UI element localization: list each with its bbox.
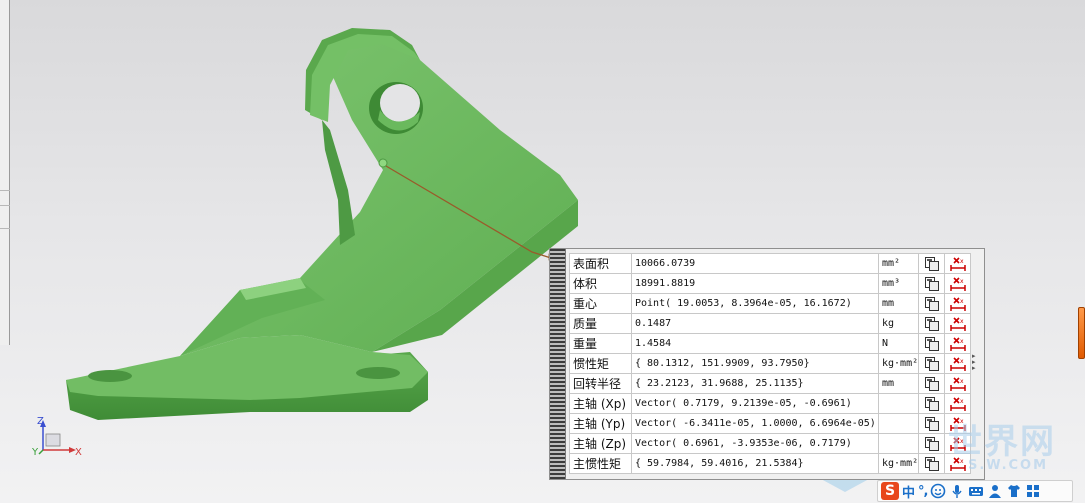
measure-delete-icon[interactable]: x <box>944 253 971 274</box>
svg-text:x: x <box>960 358 964 365</box>
ime-grid-icon[interactable] <box>1025 483 1041 499</box>
bracket-part-model[interactable] <box>66 28 578 420</box>
copy-icon[interactable] <box>918 253 945 274</box>
triad-z-label: Z <box>37 416 44 427</box>
property-label: 主轴 (Xp) <box>569 393 632 414</box>
ime-user-icon[interactable] <box>987 483 1003 499</box>
measure-delete-icon[interactable]: x <box>944 313 971 334</box>
copy-icon[interactable] <box>918 333 945 354</box>
property-unit: mm <box>878 293 919 314</box>
property-row: 表面积 10066.0739 mm² x <box>569 253 971 274</box>
property-row: 主轴 (Yp) Vector( -6.3411e-05, 1.0000, 6.69… <box>569 413 971 434</box>
property-row: 主惯性矩{ 59.7984, 59.4016, 21.5384} kg·mm² x <box>569 453 971 474</box>
right-edge-marker <box>1078 307 1085 359</box>
property-unit: mm² <box>878 253 919 274</box>
property-label: 表面积 <box>569 253 632 274</box>
property-label: 主惯性矩 <box>569 453 632 474</box>
svg-text:x: x <box>960 318 964 325</box>
ime-smiley-icon[interactable] <box>930 483 946 499</box>
ime-language-toggle[interactable]: 中 <box>902 482 915 501</box>
watermark-subtext: S.W.COM <box>968 458 1049 473</box>
property-label: 体积 <box>569 273 632 294</box>
property-value: { 23.2123, 31.9688, 25.1135} <box>631 373 879 394</box>
property-unit <box>878 433 919 454</box>
triad-y-label: Y <box>31 447 39 458</box>
property-unit: mm³ <box>878 273 919 294</box>
property-label: 质量 <box>569 313 632 334</box>
mass-properties-table: 表面积 10066.0739 mm² x 体积 18991.8819 mm³ x 重心 Point… <box>569 253 971 474</box>
property-value: 0.1487 <box>631 313 879 334</box>
property-unit <box>878 393 919 414</box>
base-hole-right <box>356 367 400 379</box>
property-row: 回转半径{ 23.2123, 31.9688, 25.1135} mm x <box>569 373 971 394</box>
property-label: 回转半径 <box>569 373 632 394</box>
mass-properties-panel[interactable]: 表面积 10066.0739 mm² x 体积 18991.8819 mm³ x 重心 Point… <box>549 248 985 480</box>
property-row: 体积 18991.8819 mm³ x <box>569 273 971 294</box>
copy-icon[interactable] <box>918 433 945 454</box>
ime-keyboard-icon[interactable] <box>968 483 984 499</box>
panel-drag-handle[interactable] <box>550 249 566 479</box>
panel-expand-arrows[interactable]: ▸ ▸ ▸ <box>972 353 982 372</box>
graphics-viewport[interactable]: Z Y X 表面积 10066.0739 mm² x 体积 18991.8819 mm³ x 重… <box>0 0 1085 503</box>
property-unit <box>878 413 919 434</box>
property-row: 重量 1.4584 Nx <box>569 333 971 354</box>
property-unit: kg <box>878 313 919 334</box>
center-of-mass-marker[interactable] <box>378 158 388 168</box>
property-value: 10066.0739 <box>631 253 879 274</box>
triad-x-label: X <box>75 447 82 458</box>
ime-toolbar[interactable]: S 中 °, <box>877 480 1073 502</box>
property-row: 主轴 (Xp) Vector( 0.7179, 9.2139e-05, -0.69… <box>569 393 971 414</box>
svg-text:x: x <box>960 378 964 385</box>
copy-icon[interactable] <box>918 313 945 334</box>
property-value: Vector( 0.7179, 9.2139e-05, -0.6961) <box>631 393 879 414</box>
measure-delete-icon[interactable]: x <box>944 373 971 394</box>
svg-text:x: x <box>960 338 964 345</box>
ime-logo-icon[interactable]: S <box>881 482 899 500</box>
svg-text:x: x <box>960 398 964 405</box>
property-label: 主轴 (Yp) <box>569 413 632 434</box>
property-label: 惯性矩 <box>569 353 632 374</box>
copy-icon[interactable] <box>918 413 945 434</box>
measure-delete-icon[interactable]: x <box>944 393 971 414</box>
property-row: 质量 0.1487 kg x <box>569 313 971 334</box>
copy-icon[interactable] <box>918 293 945 314</box>
copy-icon[interactable] <box>918 273 945 294</box>
measure-delete-icon[interactable]: x <box>944 273 971 294</box>
property-unit: N <box>878 333 919 354</box>
measure-delete-icon[interactable]: x <box>944 333 971 354</box>
property-row: 惯性矩{ 80.1312, 151.9909, 93.7950} kg·mm² x <box>569 353 971 374</box>
base-hole-left <box>88 370 132 382</box>
ime-punctuation-toggle[interactable]: °, <box>918 484 929 499</box>
property-value: Point( 19.0053, 8.3964e-05, 16.1672) <box>631 293 879 314</box>
ime-shirt-icon[interactable] <box>1006 483 1022 499</box>
copy-icon[interactable] <box>918 453 945 474</box>
copy-icon[interactable] <box>918 393 945 414</box>
svg-text:x: x <box>960 278 964 285</box>
property-row: 主轴 (Zp) Vector( 0.6961, -3.9353e-06, 0.71… <box>569 433 971 454</box>
property-label: 重心 <box>569 293 632 314</box>
lug-hole-inner <box>380 84 420 122</box>
svg-text:x: x <box>960 258 964 265</box>
property-label: 主轴 (Zp) <box>569 433 632 454</box>
property-value: Vector( -6.3411e-05, 1.0000, 6.6964e-05) <box>631 413 879 434</box>
measure-delete-icon[interactable]: x <box>944 353 971 374</box>
copy-icon[interactable] <box>918 373 945 394</box>
property-value: 1.4584 <box>631 333 879 354</box>
property-unit: kg·mm² <box>878 453 919 474</box>
watermark-text: 世界网 <box>948 422 1056 462</box>
lug-slot <box>322 120 355 245</box>
property-unit: kg·mm² <box>878 353 919 374</box>
property-value: Vector( 0.6961, -3.9353e-06, 0.7179) <box>631 433 879 454</box>
property-value: { 59.7984, 59.4016, 21.5384} <box>631 453 879 474</box>
property-value: { 80.1312, 151.9909, 93.7950} <box>631 353 879 374</box>
property-label: 重量 <box>569 333 632 354</box>
property-row: 重心 Point( 19.0053, 8.3964e-05, 16.1672) mm… <box>569 293 971 314</box>
property-unit: mm <box>878 373 919 394</box>
ime-mic-icon[interactable] <box>949 483 965 499</box>
property-value: 18991.8819 <box>631 273 879 294</box>
svg-text:x: x <box>960 298 964 305</box>
wcs-triad: Z Y X <box>31 416 82 458</box>
copy-icon[interactable] <box>918 353 945 374</box>
measure-delete-icon[interactable]: x <box>944 293 971 314</box>
